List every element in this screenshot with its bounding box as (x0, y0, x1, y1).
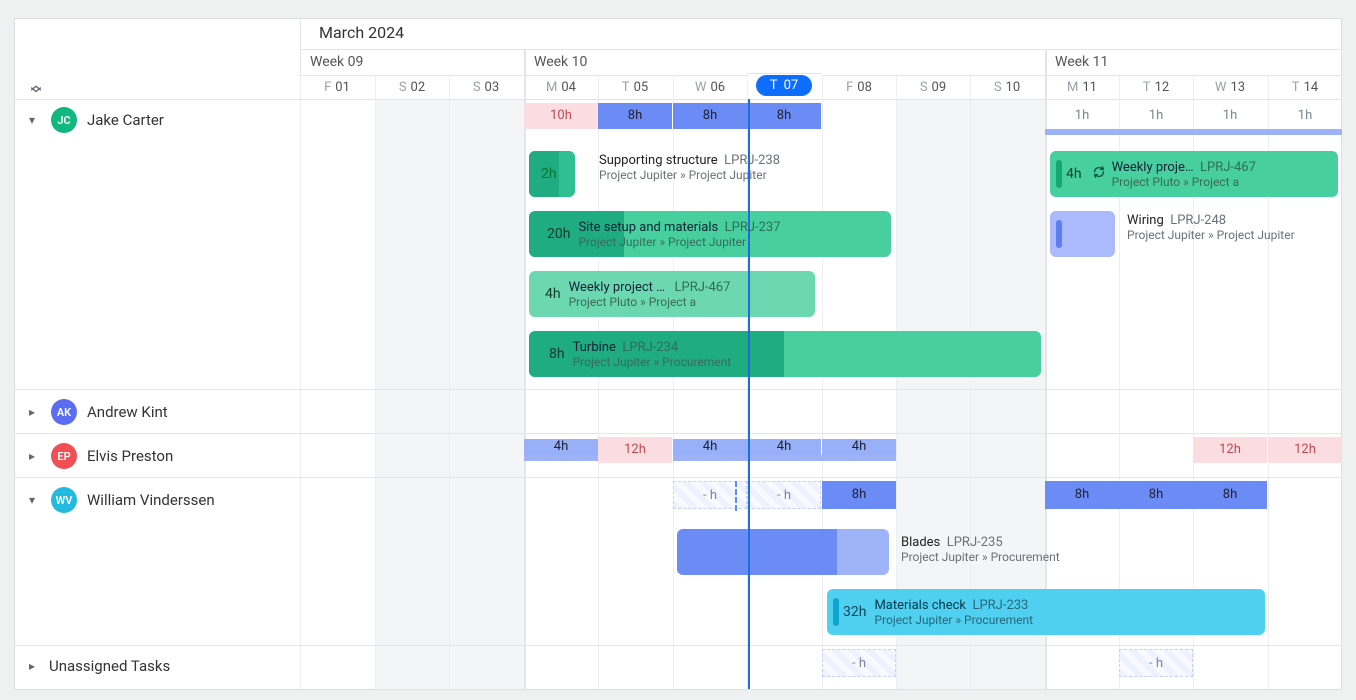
week-label: Week 10 (524, 49, 1045, 73)
task-handle[interactable] (1056, 160, 1062, 188)
day-header-today[interactable]: T07 (747, 73, 821, 97)
task-bar[interactable] (677, 529, 889, 575)
row-separator (15, 389, 1341, 390)
hours-partial-bar (1045, 129, 1342, 135)
hours-cell[interactable]: 1h (1193, 103, 1267, 129)
hours-cell[interactable]: 12h (1268, 437, 1342, 463)
col-line (375, 75, 376, 689)
hours-cell-empty[interactable]: - h (747, 481, 821, 509)
resource-row-jake[interactable]: ▾ JC Jake Carter (15, 105, 300, 135)
day-header[interactable]: S03 (449, 75, 523, 99)
row-separator (15, 645, 1341, 646)
hours-cell[interactable]: 8h (1119, 481, 1193, 509)
month-label: March 2024 (307, 19, 404, 45)
hours-cell[interactable]: 8h (1193, 481, 1267, 509)
task-label[interactable]: Blades LPRJ-235 Project Jupiter » Procur… (901, 535, 1060, 564)
task-label[interactable]: Supporting structure LPRJ-238 Project Ju… (599, 153, 780, 182)
task-handle[interactable] (535, 280, 541, 308)
hours-cell[interactable]: 8h (747, 103, 821, 129)
day-header[interactable]: F08 (822, 75, 896, 99)
week-label: Week 09 (300, 49, 524, 73)
row-separator (15, 99, 1341, 100)
task-bar[interactable]: 4h Weekly project … LPRJ-467 Project Plu… (529, 271, 815, 317)
week-label: Week 11 (1045, 49, 1341, 73)
hours-cell[interactable]: 4h (747, 439, 821, 455)
scheduler-panel: March 2024 Week 09 Week 10 Week 11 F01 S… (14, 18, 1342, 690)
chevron-right-icon[interactable]: ▸ (21, 449, 43, 463)
resource-row-william[interactable]: ▾ WV William Vinderssen (15, 485, 300, 515)
day-header[interactable]: S09 (896, 75, 970, 99)
resource-name: Andrew Kint (87, 403, 168, 421)
hours-cell[interactable]: 12h (598, 437, 672, 463)
day-header[interactable]: M11 (1045, 75, 1119, 99)
day-header[interactable]: F01 (300, 75, 374, 99)
row-separator (15, 433, 1341, 434)
day-header[interactable]: S10 (970, 75, 1044, 99)
day-header[interactable]: S02 (375, 75, 449, 99)
col-line (449, 75, 450, 689)
chevron-right-icon[interactable]: ▸ (21, 405, 43, 419)
day-header[interactable]: T05 (598, 75, 672, 99)
chevron-down-icon[interactable]: ▾ (21, 493, 43, 507)
hours-cell-empty[interactable]: - h (822, 649, 896, 677)
task-label[interactable]: Wiring LPRJ-248 Project Jupiter » Projec… (1127, 213, 1295, 242)
hours-cell[interactable]: 1h (1268, 103, 1342, 129)
hours-cell[interactable]: 10h (524, 103, 598, 129)
hours-cell[interactable]: 8h (822, 481, 896, 509)
task-bar[interactable]: 4h Weekly proje… LPRJ-467 Project Pluto … (1050, 151, 1338, 197)
day-header[interactable]: W06 (673, 75, 747, 99)
day-header[interactable]: T14 (1268, 75, 1342, 99)
hours-cell[interactable]: 8h (1045, 481, 1119, 509)
resource-name: Jake Carter (87, 111, 164, 129)
hours-cell[interactable]: 1h (1045, 103, 1119, 129)
day-header[interactable]: T12 (1119, 75, 1193, 99)
hours-cell[interactable]: 4h (524, 439, 598, 455)
task-bar[interactable]: 20h Site setup and materials LPRJ-237 Pr… (529, 211, 891, 257)
row-separator (15, 477, 1341, 478)
task-bar[interactable] (1050, 211, 1115, 257)
resource-row-elvis[interactable]: ▸ EP Elvis Preston (15, 441, 300, 471)
task-bar[interactable]: 8h Turbine LPRJ-234 Project Jupiter » Pr… (529, 331, 1041, 377)
resource-row-andrew[interactable]: ▸ AK Andrew Kint (15, 397, 300, 427)
chevron-right-icon[interactable]: ▸ (21, 659, 43, 673)
chevron-down-icon[interactable]: ▾ (21, 113, 43, 127)
resource-name: William Vinderssen (87, 491, 215, 509)
unassigned-label: Unassigned Tasks (49, 657, 170, 675)
collapse-all-icon[interactable] (29, 81, 43, 95)
today-line (748, 99, 750, 689)
col-line (300, 75, 301, 689)
day-header[interactable]: M04 (524, 75, 598, 99)
hours-cell[interactable]: 1h (1119, 103, 1193, 129)
col-line-week (524, 49, 526, 689)
hours-cell[interactable]: 12h (1193, 437, 1267, 463)
avatar: JC (51, 107, 77, 133)
day-header[interactable]: W13 (1193, 75, 1267, 99)
col-line (822, 75, 823, 689)
avatar: AK (51, 399, 77, 425)
hours-cell[interactable]: 8h (673, 103, 747, 129)
avatar: EP (51, 443, 77, 469)
hours-cell[interactable]: 4h (822, 439, 896, 455)
task-bar[interactable]: 32h Materials check LPRJ-233 Project Jup… (827, 589, 1265, 635)
task-handle[interactable] (833, 598, 839, 626)
avatar: WV (51, 487, 77, 513)
repeat-icon (1092, 165, 1106, 183)
task-handle[interactable] (1056, 220, 1062, 248)
resource-row-unassigned[interactable]: ▸ Unassigned Tasks (15, 657, 300, 675)
task-bar[interactable]: 2h (529, 151, 575, 197)
hours-partial-bar (524, 455, 598, 461)
resource-name: Elvis Preston (87, 447, 173, 465)
hours-cell[interactable]: 4h (673, 439, 747, 455)
hours-cell[interactable]: 8h (598, 103, 672, 129)
hours-cell-empty[interactable]: - h (1119, 649, 1193, 677)
hours-partial-bar (673, 455, 896, 461)
today-line-dashed (735, 481, 737, 511)
